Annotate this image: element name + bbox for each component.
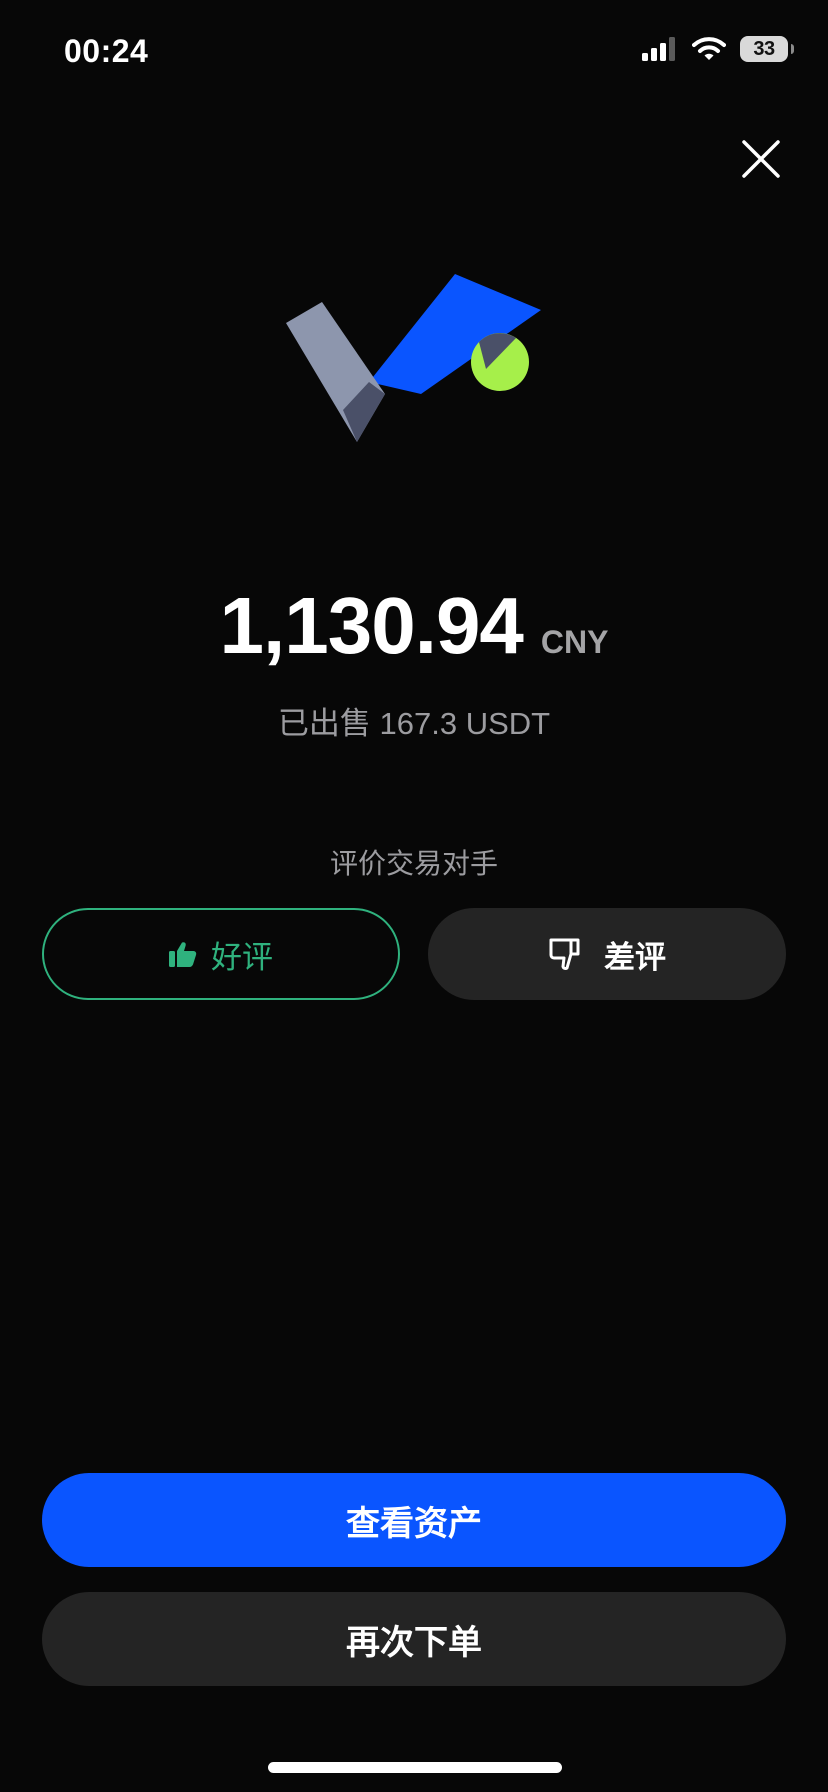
close-button[interactable] (736, 134, 786, 184)
status-bar: 00:24 33 (0, 0, 828, 104)
close-icon (742, 140, 780, 178)
thumbs-down-icon (549, 938, 580, 970)
view-assets-button[interactable]: 查看资产 (42, 1473, 786, 1567)
battery-level: 33 (753, 37, 775, 60)
checkmark-illustration-icon (286, 274, 541, 442)
order-again-label: 再次下单 (346, 1623, 482, 1662)
amount-value: 1,130.94 (219, 581, 524, 670)
battery-icon: 33 (740, 36, 794, 62)
sold-summary: 已出售 167.3 USDT (277, 706, 551, 741)
home-indicator[interactable] (268, 1762, 562, 1773)
order-again-button[interactable]: 再次下单 (42, 1592, 786, 1686)
good-rating-button[interactable]: 好评 (42, 908, 400, 1000)
bad-rating-label: 差评 (604, 939, 666, 975)
amount-row: 1,130.94 CNY (0, 580, 828, 672)
view-assets-label: 查看资产 (346, 1504, 482, 1543)
amount-currency: CNY (540, 624, 609, 660)
battery-tip (791, 44, 794, 54)
bad-rating-button[interactable]: 差评 (428, 908, 786, 1000)
success-illustration (280, 270, 550, 470)
status-time: 00:24 (64, 33, 149, 69)
wifi-icon (692, 37, 726, 60)
cellular-signal-icon (642, 37, 675, 61)
rating-title: 评价交易对手 (329, 848, 498, 879)
status-icons: 33 (642, 36, 794, 62)
thumbs-up-icon (169, 942, 197, 967)
good-rating-label: 好评 (211, 939, 273, 975)
